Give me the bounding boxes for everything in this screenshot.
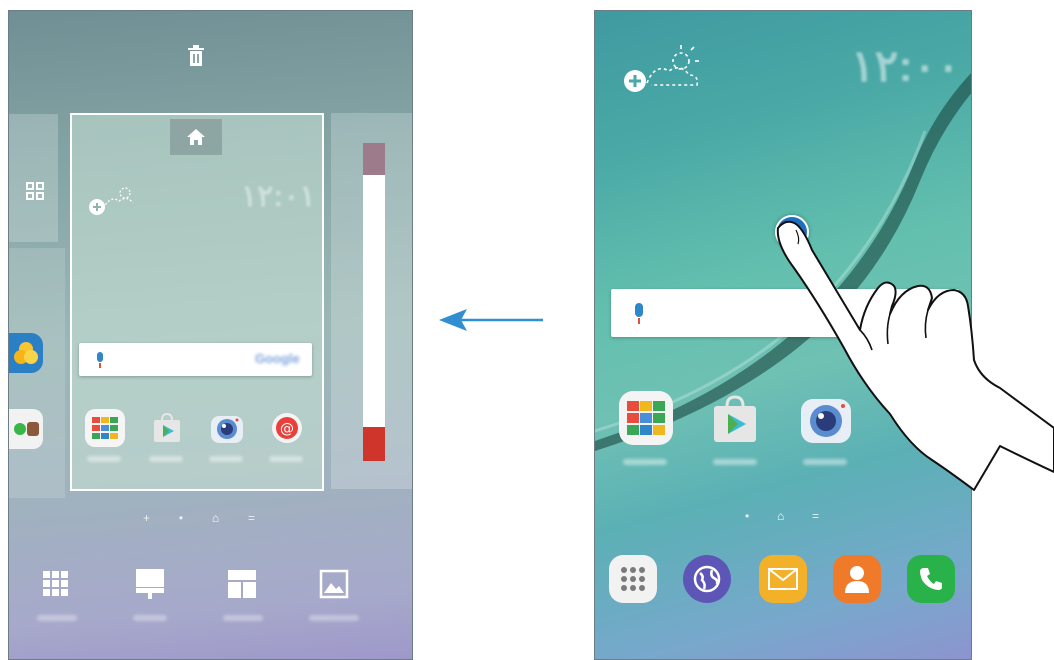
email-icon[interactable] [759, 555, 807, 603]
internet-icon[interactable] [683, 555, 731, 603]
page-home-indicator[interactable]: ⌂ [212, 511, 219, 525]
apps-grid-icon [21, 177, 49, 205]
gallery-icon[interactable] [9, 333, 43, 373]
camera-icon[interactable] [207, 409, 247, 447]
email-icon[interactable]: @ [267, 409, 307, 447]
themes-icon[interactable] [227, 569, 257, 599]
google-folder-icon[interactable] [85, 409, 125, 447]
contacts-icon[interactable] [833, 555, 881, 603]
social-folder-icon[interactable] [9, 409, 43, 449]
play-store-icon[interactable] [147, 409, 187, 447]
home-edit-screen: ١٢:٠١ Google @ + • ⌂ = [8, 10, 413, 660]
clock-widget: ١٢:٠١ [241, 180, 316, 213]
widgets-icon[interactable] [135, 567, 165, 599]
google-folder-icon[interactable] [619, 391, 673, 445]
search-brand: Google [255, 351, 300, 366]
weather-add-icon[interactable] [87, 181, 143, 217]
next-page-preview [363, 143, 385, 461]
screen-grid-icon[interactable] [319, 569, 349, 599]
swipe-left-arrow-icon [437, 305, 547, 340]
svg-text:@: @ [280, 421, 294, 437]
wallpapers-icon[interactable] [41, 569, 71, 599]
page-indicator: + • ⌂ = [143, 509, 255, 527]
play-store-icon[interactable] [707, 391, 763, 447]
side-page-left-lower [9, 248, 65, 498]
apps-icon[interactable] [609, 555, 657, 603]
home-icon[interactable] [170, 119, 222, 155]
page-dot-indicator[interactable]: • [745, 509, 749, 523]
mic-icon[interactable] [629, 301, 649, 327]
trash-icon[interactable] [181, 41, 211, 71]
page-dot-indicator[interactable]: • [179, 511, 183, 525]
page-list-indicator[interactable]: = [248, 511, 255, 525]
clock-widget: ١٢:٠٠ [851, 42, 961, 91]
weather-add-icon[interactable] [621, 41, 705, 97]
mic-icon[interactable] [91, 349, 109, 371]
touch-hand-icon [760, 210, 1054, 515]
page-add-indicator[interactable]: + [143, 511, 150, 525]
phone-icon[interactable] [907, 555, 955, 603]
